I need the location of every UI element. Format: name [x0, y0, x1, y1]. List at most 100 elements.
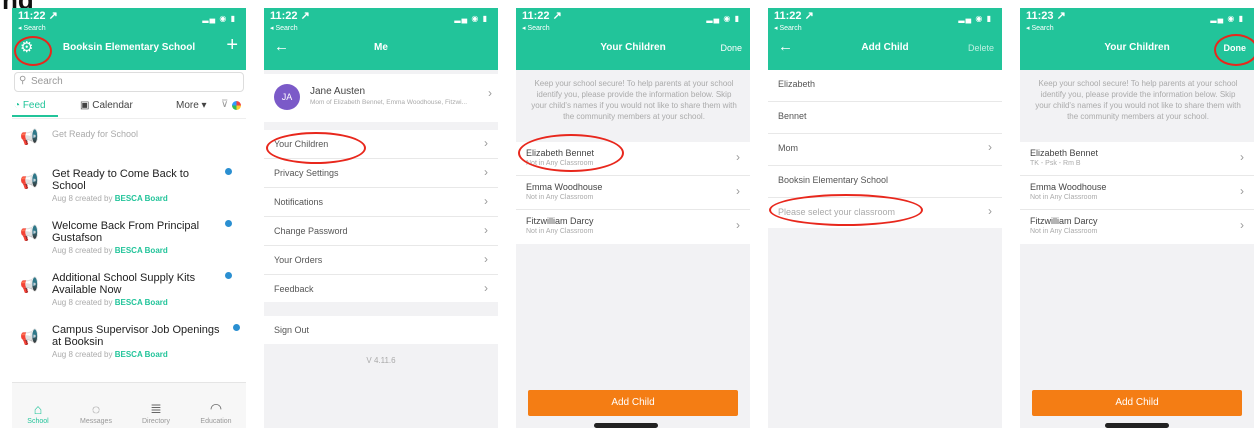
chevron-right-icon: ›: [736, 150, 740, 164]
tab-calendar[interactable]: ▣ Calendar: [80, 100, 133, 111]
profile-subtitle: Mom of Elizabeth Bennet, Emma Woodhouse,…: [310, 99, 468, 106]
messages-icon: ◌: [91, 401, 101, 417]
school-field[interactable]: Booksin Elementary School: [768, 166, 1002, 198]
chevron-right-icon: ›: [484, 281, 488, 295]
phone-screen-your-children-updated: 11:23 ↗ ◂ Search ▂▄ ◉ ▮ Your Children Don…: [1020, 8, 1254, 428]
feed-tab-bar: ◔ Feed ▣ Calendar More ▾ ⊽: [12, 96, 246, 119]
app-header: 11:22 ↗ ◂ Search ▂▄ ◉ ▮ ← Add Child Delet…: [768, 8, 1002, 70]
last-name-field[interactable]: Bennet: [768, 102, 1002, 134]
child-row[interactable]: Emma Woodhouse Not in Any Classroom ›: [516, 176, 750, 210]
unread-dot: [225, 220, 232, 227]
highlight-circle-classroom: [769, 194, 923, 226]
tab-feed[interactable]: ◔ Feed: [14, 100, 46, 111]
megaphone-icon: 📢: [20, 277, 39, 294]
feed-item[interactable]: 📢 Get Ready to Come Back to School Aug 8…: [12, 164, 246, 208]
tab-education[interactable]: ◠ Education: [194, 400, 238, 425]
calendar-icon: ▣: [80, 100, 90, 111]
search-bar[interactable]: ⚲ Search: [14, 72, 244, 92]
signal-wifi-battery-icon: ▂▄ ◉ ▮: [958, 14, 992, 23]
feed-item[interactable]: 📢 Welcome Back From Principal Gustafson …: [12, 216, 246, 260]
child-row[interactable]: Fitzwilliam Darcy Not in Any Classroom ›: [1020, 210, 1254, 243]
menu-item-notifications[interactable]: Notifications ›: [264, 188, 498, 217]
back-to-search-link[interactable]: ◂ Search: [18, 23, 58, 35]
status-time: 11:22 ↗: [18, 10, 58, 22]
tab-directory[interactable]: ≣ Directory: [134, 400, 178, 425]
child-row[interactable]: Emma Woodhouse Not in Any Classroom ›: [1020, 176, 1254, 210]
back-to-search-link[interactable]: ◂ Search: [774, 23, 814, 35]
profile-name: Jane Austen: [310, 86, 366, 97]
menu-item-change-password[interactable]: Change Password ›: [264, 217, 498, 246]
unread-dot: [225, 272, 232, 279]
feed-item-meta: Aug 8 created by BESCA Board: [52, 350, 168, 359]
signal-wifi-battery-icon: ▂▄ ◉ ▮: [706, 14, 740, 23]
child-row[interactable]: Fitzwilliam Darcy Not in Any Classroom ›: [516, 210, 750, 243]
chevron-right-icon: ›: [488, 86, 492, 100]
chevron-right-icon: ›: [736, 218, 740, 232]
delete-button[interactable]: Delete: [968, 43, 994, 53]
back-to-search-link[interactable]: ◂ Search: [270, 23, 310, 35]
signal-wifi-battery-icon: ▂▄ ◉ ▮: [202, 14, 236, 23]
filter-icon[interactable]: ⊽: [221, 99, 228, 110]
education-icon: ◠: [209, 400, 223, 416]
add-child-button[interactable]: Add Child: [528, 390, 738, 416]
add-plus-icon[interactable]: +: [226, 34, 238, 57]
home-indicator: [1105, 423, 1169, 428]
version-label: V 4.11.6: [366, 356, 396, 365]
add-child-button[interactable]: Add Child: [1032, 390, 1242, 416]
chevron-right-icon: ›: [988, 140, 992, 154]
status-bar: 11:23 ↗ ◂ Search: [1026, 10, 1066, 35]
megaphone-icon: 📢: [20, 225, 39, 242]
back-to-search-link[interactable]: ◂ Search: [1026, 23, 1066, 35]
megaphone-icon: 📢: [20, 329, 39, 346]
tab-messages[interactable]: ◌ Messages: [74, 401, 118, 425]
menu-item-feedback[interactable]: Feedback ›: [264, 275, 498, 302]
chevron-right-icon: ›: [484, 136, 488, 150]
status-bar: 11:22 ↗ ◂ Search: [774, 10, 814, 35]
feed-item-title: Get Ready to Come Back to School: [52, 168, 189, 192]
intro-text: Keep your school secure! To help parents…: [531, 79, 737, 121]
menu-item-privacy-settings[interactable]: Privacy Settings ›: [264, 159, 498, 188]
done-button[interactable]: Done: [720, 43, 742, 53]
chevron-right-icon: ›: [988, 204, 992, 218]
chevron-right-icon: ›: [1240, 218, 1244, 232]
child-row[interactable]: Elizabeth Bennet TK - Psk - Rm B ›: [1020, 142, 1254, 176]
signal-wifi-battery-icon: ▂▄ ◉ ▮: [1210, 14, 1244, 23]
bottom-tab-bar: ⌂ School ◌ Messages ≣ Directory ◠ Education: [12, 382, 246, 428]
feed-item-meta: Aug 8 created by BESCA Board: [52, 194, 168, 203]
highlight-circle-elizabeth-bennet: [518, 134, 624, 172]
megaphone-icon: 📢: [20, 129, 39, 146]
search-input[interactable]: Search: [31, 76, 63, 87]
tab-label: School: [27, 418, 49, 425]
highlight-circle-your-children: [266, 132, 366, 164]
tab-more[interactable]: More ▾: [176, 100, 207, 111]
feed-item-title: Campus Supervisor Job Openings at Booksi…: [52, 324, 220, 348]
chevron-right-icon: ›: [736, 184, 740, 198]
tab-school[interactable]: ⌂ School: [16, 401, 60, 425]
signal-wifi-battery-icon: ▂▄ ◉ ▮: [454, 14, 488, 23]
directory-icon: ≣: [150, 400, 162, 416]
status-bar: 11:22 ↗ ◂ Search: [522, 10, 562, 35]
megaphone-icon: 📢: [20, 173, 39, 190]
tab-label: Messages: [80, 418, 112, 425]
color-wheel-icon[interactable]: [232, 101, 241, 110]
chevron-right-icon: ›: [484, 165, 488, 179]
screen-title: Me: [374, 42, 388, 53]
first-name-field[interactable]: Elizabeth: [768, 70, 1002, 102]
feed-item-meta: Aug 8 created by BESCA Board: [52, 246, 168, 255]
highlight-circle-settings: [14, 36, 52, 66]
feed-item-title: Get Ready for School: [52, 129, 139, 139]
screen-title: Add Child: [861, 42, 909, 53]
menu-item-your-orders[interactable]: Your Orders ›: [264, 246, 498, 275]
sign-out-button[interactable]: Sign Out: [264, 316, 498, 344]
back-to-search-link[interactable]: ◂ Search: [522, 23, 562, 35]
intro-text: Keep your school secure! To help parents…: [1035, 79, 1241, 121]
chevron-right-icon: ›: [484, 223, 488, 237]
feed-item[interactable]: 📢 Get Ready for School: [12, 124, 246, 146]
feed-item-title: Additional School Supply Kits Available …: [52, 272, 196, 296]
relationship-select[interactable]: Mom ›: [768, 134, 1002, 166]
feed-item[interactable]: 📢 Campus Supervisor Job Openings at Book…: [12, 320, 246, 364]
status-time: 11:23 ↗: [1026, 10, 1066, 22]
feed-item[interactable]: 📢 Additional School Supply Kits Availabl…: [12, 268, 246, 312]
app-header: 11:22 ↗ ◂ Search ▂▄ ◉ ▮ ← Me: [264, 8, 498, 70]
profile-card[interactable]: JA Jane Austen Mom of Elizabeth Bennet, …: [264, 74, 498, 122]
